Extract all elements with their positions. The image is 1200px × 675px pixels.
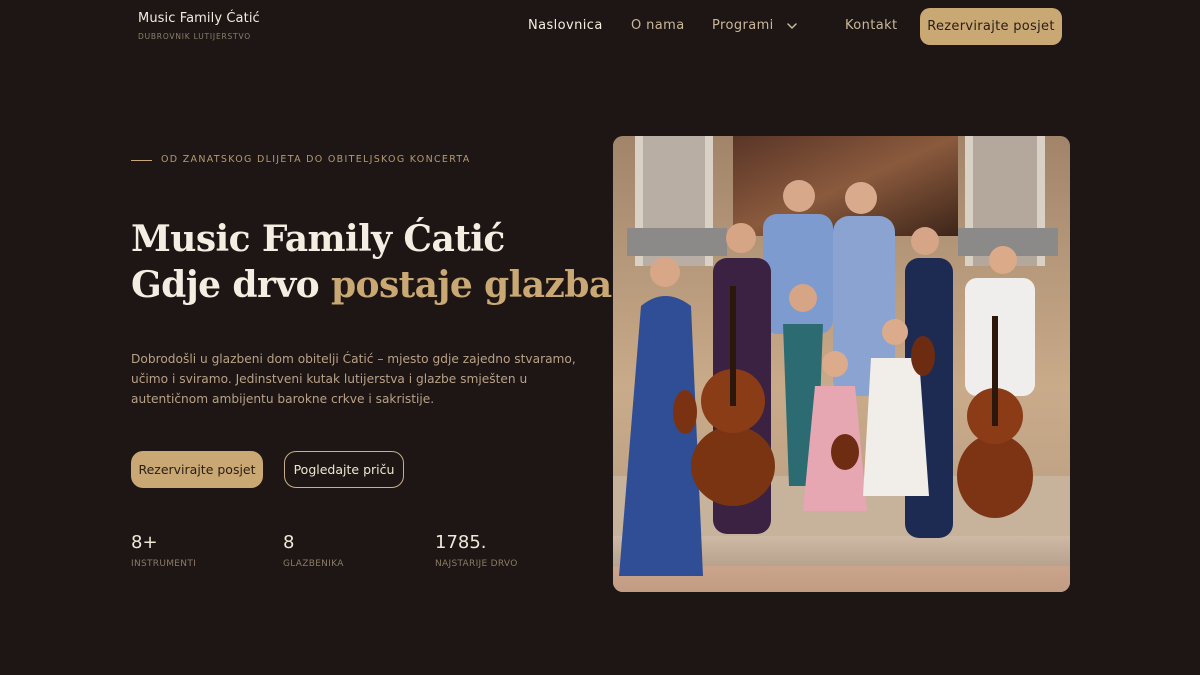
stat-musicians: 8 GLAZBENIKA [283,532,344,569]
stat-instruments: 8+ INSTRUMENTI [131,532,196,569]
hero-title: Music Family Ćatić Gdje drvo postaje gla… [131,216,612,308]
nav-item-o-nama[interactable]: O nama [631,18,685,33]
nav-item-programi[interactable]: Programi [712,18,774,33]
eyebrow-divider [131,160,152,161]
header-reserve-button[interactable]: Rezervirajte posjet [920,8,1062,45]
site-header: Music Family Ćatić DUBROVNIK LUTIJERSTVO… [0,0,1200,56]
family-photo [613,136,1070,592]
stat-value: 8+ [131,532,158,553]
nav-item-naslovnica[interactable]: Naslovnica [528,18,603,33]
hero-title-line2: Gdje drvo postaje glazba [131,262,612,308]
stat-label: GLAZBENIKA [283,559,344,569]
nav-item-kontakt[interactable]: Kontakt [845,18,898,33]
stat-label: INSTRUMENTI [131,559,197,569]
stat-label: NAJSTARIJE DRVO [435,559,518,569]
reserve-visit-button[interactable]: Rezervirajte posjet [131,451,263,488]
stat-value: 8 [283,532,295,553]
hero-title-accent: postaje glazba [330,264,612,306]
stat-value: 1785. [435,532,487,553]
hero-title-plain: Gdje drvo [131,264,331,306]
hero-eyebrow: OD ZANATSKOG DLIJETA DO OBITELJSKOG KONC… [161,154,471,165]
hero-intro: Dobrodošli u glazbeni dom obitelji Ćatić… [131,352,576,406]
view-story-button[interactable]: Pogledajte priču [284,451,404,488]
hero-title-line1: Music Family Ćatić [131,218,505,260]
chevron-down-icon[interactable] [787,21,797,31]
stat-oldest-wood: 1785. NAJSTARIJE DRVO [435,532,518,569]
